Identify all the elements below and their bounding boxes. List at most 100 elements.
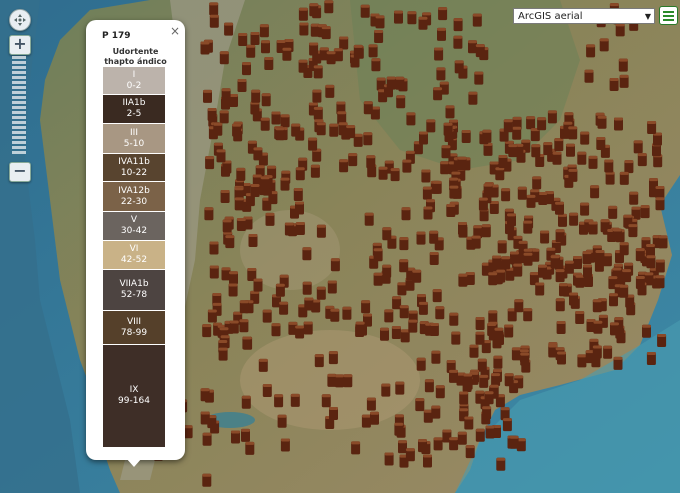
soil-profile-marker[interactable] — [569, 212, 579, 226]
soil-profile-marker[interactable] — [346, 125, 356, 139]
soil-profile-marker[interactable] — [556, 321, 566, 334]
soil-profile-marker[interactable] — [637, 153, 647, 167]
soil-profile-marker[interactable] — [526, 194, 536, 208]
soil-profile-marker[interactable] — [577, 354, 587, 368]
soil-profile-marker[interactable] — [488, 272, 498, 286]
soil-profile-marker[interactable] — [302, 247, 312, 261]
soil-profile-marker[interactable] — [391, 326, 401, 339]
soil-profile-marker[interactable] — [238, 33, 248, 46]
soil-profile-marker[interactable] — [231, 430, 240, 444]
soil-profile-marker[interactable] — [406, 112, 416, 126]
soil-profile-marker[interactable] — [432, 180, 442, 194]
soil-profile-marker[interactable] — [592, 345, 602, 359]
soil-profile-marker[interactable] — [523, 308, 533, 322]
soil-profile-marker[interactable] — [279, 301, 289, 315]
soil-profile-marker[interactable] — [491, 373, 501, 387]
soil-profile-marker[interactable] — [220, 190, 230, 203]
soil-profile-marker[interactable] — [610, 322, 619, 336]
soil-profile-marker[interactable] — [335, 374, 344, 388]
soil-profile-marker[interactable] — [479, 374, 489, 388]
soil-profile-marker[interactable] — [583, 264, 592, 278]
soil-profile-marker[interactable] — [484, 391, 494, 405]
soil-profile-marker[interactable] — [471, 235, 481, 249]
soil-profile-marker[interactable] — [426, 119, 436, 133]
soil-profile-marker[interactable] — [381, 383, 391, 397]
soil-profile-marker[interactable] — [366, 397, 376, 411]
soil-profile-marker[interactable] — [264, 57, 274, 70]
soil-profile-marker[interactable] — [423, 206, 433, 220]
soil-profile-marker[interactable] — [418, 301, 428, 315]
soil-profile-marker[interactable] — [330, 258, 340, 272]
soil-profile-marker[interactable] — [209, 2, 219, 16]
soil-profile-marker[interactable] — [419, 131, 428, 145]
soil-profile-marker[interactable] — [416, 231, 426, 245]
soil-profile-marker[interactable] — [557, 351, 566, 365]
soil-profile-marker[interactable] — [361, 300, 371, 314]
soil-profile-marker[interactable] — [205, 156, 215, 170]
soil-profile-marker[interactable] — [504, 324, 514, 338]
soil-profile-marker[interactable] — [258, 358, 268, 372]
soil-profile-marker[interactable] — [635, 248, 645, 262]
soil-profile-marker[interactable] — [429, 323, 439, 336]
soil-profile-marker[interactable] — [453, 18, 463, 32]
soil-profile-marker[interactable] — [435, 306, 445, 320]
soil-profile-marker[interactable] — [316, 122, 326, 136]
soil-profile-marker[interactable] — [224, 22, 234, 36]
soil-profile-marker[interactable] — [422, 186, 432, 200]
soil-profile-marker[interactable] — [431, 405, 441, 419]
soil-profile-marker[interactable] — [429, 230, 439, 244]
soil-profile-marker[interactable] — [313, 106, 323, 120]
soil-profile-marker[interactable] — [418, 439, 427, 453]
soil-profile-marker[interactable] — [482, 129, 492, 143]
soil-profile-marker[interactable] — [361, 414, 371, 428]
soil-profile-marker[interactable] — [535, 282, 545, 296]
soil-profile-marker[interactable] — [363, 132, 373, 146]
soil-profile-marker[interactable] — [595, 250, 605, 263]
soil-profile-marker[interactable] — [209, 265, 219, 279]
soil-profile-marker[interactable] — [431, 350, 441, 364]
soil-profile-marker[interactable] — [351, 441, 361, 455]
soil-profile-marker[interactable] — [402, 159, 412, 173]
soil-profile-marker[interactable] — [342, 306, 352, 320]
soil-profile-marker[interactable] — [324, 0, 334, 14]
soil-profile-marker[interactable] — [265, 212, 275, 226]
soil-profile-marker[interactable] — [540, 230, 550, 244]
soil-profile-marker[interactable] — [646, 352, 656, 365]
soil-profile-marker[interactable] — [202, 432, 212, 446]
soil-profile-marker[interactable] — [459, 391, 469, 405]
soil-profile-marker[interactable] — [655, 259, 665, 273]
soil-profile-marker[interactable] — [275, 283, 285, 297]
soil-profile-marker[interactable] — [446, 204, 456, 217]
soil-profile-marker[interactable] — [584, 69, 594, 83]
soil-profile-marker[interactable] — [502, 418, 512, 432]
soil-profile-marker[interactable] — [416, 357, 426, 371]
soil-profile-marker[interactable] — [222, 160, 232, 174]
soil-profile-marker[interactable] — [229, 271, 238, 285]
soil-profile-marker[interactable] — [604, 159, 614, 173]
soil-profile-marker[interactable] — [453, 35, 463, 49]
soil-profile-marker[interactable] — [313, 65, 323, 79]
soil-profile-marker[interactable] — [408, 319, 418, 333]
soil-profile-marker[interactable] — [312, 89, 322, 103]
soil-profile-marker[interactable] — [564, 260, 574, 274]
soil-profile-marker[interactable] — [472, 13, 482, 27]
soil-profile-marker[interactable] — [239, 300, 249, 314]
soil-profile-marker[interactable] — [445, 105, 455, 119]
soil-profile-marker[interactable] — [432, 289, 442, 303]
soil-profile-marker[interactable] — [474, 71, 484, 85]
soil-profile-marker[interactable] — [245, 441, 255, 455]
soil-profile-marker[interactable] — [232, 123, 242, 137]
soil-profile-marker[interactable] — [219, 51, 229, 65]
soil-profile-marker[interactable] — [482, 406, 492, 420]
soil-profile-marker[interactable] — [475, 331, 485, 345]
soil-profile-marker[interactable] — [580, 131, 590, 145]
soil-profile-marker[interactable] — [573, 256, 582, 269]
soil-profile-marker[interactable] — [412, 269, 422, 283]
soil-profile-marker[interactable] — [242, 62, 251, 76]
soil-profile-marker[interactable] — [229, 320, 239, 334]
soil-profile-marker[interactable] — [510, 251, 519, 265]
soil-profile-marker[interactable] — [635, 276, 645, 289]
soil-profile-marker[interactable] — [260, 117, 270, 131]
soil-profile-marker[interactable] — [449, 369, 458, 383]
soil-profile-marker[interactable] — [558, 213, 567, 227]
